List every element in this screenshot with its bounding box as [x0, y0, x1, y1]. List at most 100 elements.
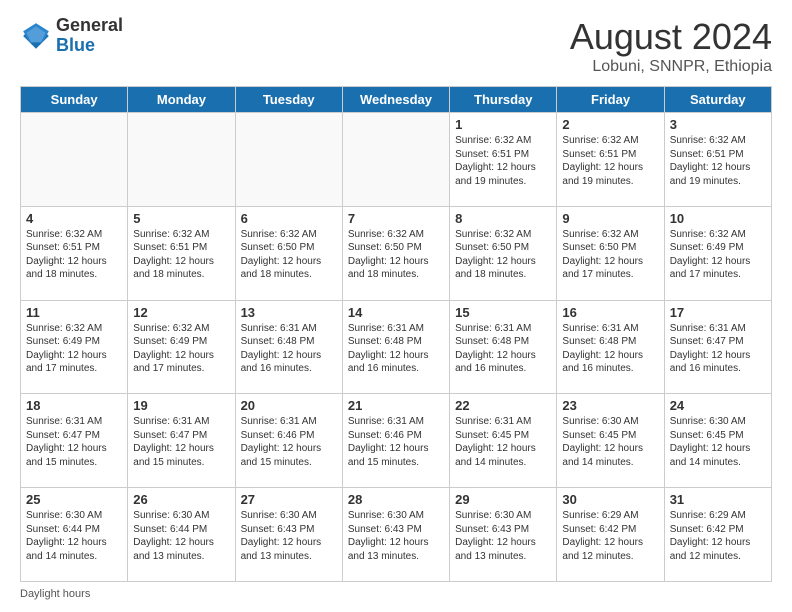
- day-info: Sunrise: 6:29 AM Sunset: 6:42 PM Dayligh…: [562, 509, 658, 563]
- calendar-cell: [342, 113, 449, 207]
- calendar-cell: 4 Sunrise: 6:32 AM Sunset: 6:51 PM Daylig…: [21, 206, 128, 300]
- calendar-cell: 26Sunrise: 6:30 AM Sunset: 6:44 PM Dayli…: [128, 488, 235, 582]
- day-number: 2: [562, 117, 658, 132]
- calendar-cell: 14 Sunrise: 6:31 AM Sunset: 6:48 PM Dayli…: [342, 300, 449, 394]
- day-info: Sunrise: 6:30 AM Sunset: 6:44 PM Dayligh…: [133, 509, 229, 563]
- day-info: Sunrise: 6:30 AM Sunset: 6:43 PM Dayligh…: [241, 509, 337, 563]
- days-of-week-row: SundayMondayTuesdayWednesdayThursdayFrid…: [21, 87, 772, 113]
- calendar-cell: 18 Sunrise: 6:31 AM Sunset: 6:47 PM Dayli…: [21, 394, 128, 488]
- day-info: Sunrise: 6:31 AM Sunset: 6:46 PM Dayligh…: [241, 415, 337, 469]
- day-info: Sunrise: 6:32 AM Sunset: 6:49 PM Dayligh…: [26, 322, 122, 376]
- day-of-week-header: Tuesday: [235, 87, 342, 113]
- day-info: Sunrise: 6:32 AM Sunset: 6:49 PM Dayligh…: [133, 322, 229, 376]
- day-number: 25: [26, 492, 122, 507]
- calendar-cell: 13 Sunrise: 6:31 AM Sunset: 6:48 PM Dayli…: [235, 300, 342, 394]
- calendar-cell: 10Sunrise: 6:32 AM Sunset: 6:49 PM Dayli…: [664, 206, 771, 300]
- day-info: Sunrise: 6:32 AM Sunset: 6:51 PM Dayligh…: [455, 134, 551, 188]
- calendar-cell: 11 Sunrise: 6:32 AM Sunset: 6:49 PM Dayli…: [21, 300, 128, 394]
- logo-icon: [20, 20, 52, 52]
- calendar-cell: 17 Sunrise: 6:31 AM Sunset: 6:47 PM Dayli…: [664, 300, 771, 394]
- day-info: Sunrise: 6:31 AM Sunset: 6:48 PM Dayligh…: [455, 322, 551, 376]
- calendar-cell: 27 Sunrise: 6:30 AM Sunset: 6:43 PM Dayli…: [235, 488, 342, 582]
- day-of-week-header: Wednesday: [342, 87, 449, 113]
- day-info: Sunrise: 6:32 AM Sunset: 6:51 PM Dayligh…: [670, 134, 766, 188]
- day-info: Sunrise: 6:32 AM Sunset: 6:51 PM Dayligh…: [133, 228, 229, 282]
- day-number: 19: [133, 398, 229, 413]
- day-number: 11: [26, 305, 122, 320]
- day-of-week-header: Sunday: [21, 87, 128, 113]
- day-info: Sunrise: 6:31 AM Sunset: 6:45 PM Dayligh…: [455, 415, 551, 469]
- day-info: Sunrise: 6:31 AM Sunset: 6:48 PM Dayligh…: [241, 322, 337, 376]
- calendar-cell: 3Sunrise: 6:32 AM Sunset: 6:51 PM Daylig…: [664, 113, 771, 207]
- calendar-cell: [235, 113, 342, 207]
- calendar-week-row: 25 Sunrise: 6:30 AM Sunset: 6:44 PM Dayli…: [21, 488, 772, 582]
- calendar-cell: 20 Sunrise: 6:31 AM Sunset: 6:46 PM Dayli…: [235, 394, 342, 488]
- calendar-table: SundayMondayTuesdayWednesdayThursdayFrid…: [20, 86, 772, 582]
- day-info: Sunrise: 6:31 AM Sunset: 6:48 PM Dayligh…: [348, 322, 444, 376]
- calendar-cell: 22Sunrise: 6:31 AM Sunset: 6:45 PM Dayli…: [450, 394, 557, 488]
- calendar-title: August 2024: [570, 16, 772, 58]
- day-info: Sunrise: 6:32 AM Sunset: 6:50 PM Dayligh…: [455, 228, 551, 282]
- day-info: Sunrise: 6:30 AM Sunset: 6:43 PM Dayligh…: [348, 509, 444, 563]
- day-number: 7: [348, 211, 444, 226]
- calendar-cell: 19Sunrise: 6:31 AM Sunset: 6:47 PM Dayli…: [128, 394, 235, 488]
- day-info: Sunrise: 6:31 AM Sunset: 6:46 PM Dayligh…: [348, 415, 444, 469]
- day-number: 1: [455, 117, 551, 132]
- day-number: 12: [133, 305, 229, 320]
- logo-general-text: General: [56, 15, 123, 35]
- day-number: 27: [241, 492, 337, 507]
- calendar-cell: 12 Sunrise: 6:32 AM Sunset: 6:49 PM Dayli…: [128, 300, 235, 394]
- calendar-cell: 30Sunrise: 6:29 AM Sunset: 6:42 PM Dayli…: [557, 488, 664, 582]
- day-number: 13: [241, 305, 337, 320]
- day-number: 31: [670, 492, 766, 507]
- day-number: 17: [670, 305, 766, 320]
- day-of-week-header: Monday: [128, 87, 235, 113]
- day-number: 18: [26, 398, 122, 413]
- calendar-week-row: 1 Sunrise: 6:32 AM Sunset: 6:51 PM Daylig…: [21, 113, 772, 207]
- day-number: 4: [26, 211, 122, 226]
- day-number: 24: [670, 398, 766, 413]
- footer: Daylight hours: [20, 588, 772, 600]
- day-number: 20: [241, 398, 337, 413]
- calendar-cell: 24 Sunrise: 6:30 AM Sunset: 6:45 PM Dayli…: [664, 394, 771, 488]
- calendar-week-row: 11 Sunrise: 6:32 AM Sunset: 6:49 PM Dayli…: [21, 300, 772, 394]
- day-info: Sunrise: 6:29 AM Sunset: 6:42 PM Dayligh…: [670, 509, 766, 563]
- calendar-cell: 21Sunrise: 6:31 AM Sunset: 6:46 PM Dayli…: [342, 394, 449, 488]
- logo-blue-text: Blue: [56, 35, 95, 55]
- day-number: 16: [562, 305, 658, 320]
- day-of-week-header: Thursday: [450, 87, 557, 113]
- calendar-header: SundayMondayTuesdayWednesdayThursdayFrid…: [21, 87, 772, 113]
- day-info: Sunrise: 6:32 AM Sunset: 6:50 PM Dayligh…: [562, 228, 658, 282]
- calendar-cell: 6Sunrise: 6:32 AM Sunset: 6:50 PM Daylig…: [235, 206, 342, 300]
- day-info: Sunrise: 6:31 AM Sunset: 6:48 PM Dayligh…: [562, 322, 658, 376]
- logo-text: General Blue: [56, 16, 123, 56]
- calendar-cell: 1 Sunrise: 6:32 AM Sunset: 6:51 PM Daylig…: [450, 113, 557, 207]
- day-number: 6: [241, 211, 337, 226]
- calendar-cell: 23Sunrise: 6:30 AM Sunset: 6:45 PM Dayli…: [557, 394, 664, 488]
- day-info: Sunrise: 6:32 AM Sunset: 6:51 PM Dayligh…: [562, 134, 658, 188]
- calendar-cell: 28Sunrise: 6:30 AM Sunset: 6:43 PM Dayli…: [342, 488, 449, 582]
- calendar-cell: 29Sunrise: 6:30 AM Sunset: 6:43 PM Dayli…: [450, 488, 557, 582]
- day-info: Sunrise: 6:30 AM Sunset: 6:44 PM Dayligh…: [26, 509, 122, 563]
- day-info: Sunrise: 6:30 AM Sunset: 6:45 PM Dayligh…: [670, 415, 766, 469]
- day-number: 14: [348, 305, 444, 320]
- day-info: Sunrise: 6:31 AM Sunset: 6:47 PM Dayligh…: [26, 415, 122, 469]
- calendar-cell: 25 Sunrise: 6:30 AM Sunset: 6:44 PM Dayli…: [21, 488, 128, 582]
- calendar-cell: 8 Sunrise: 6:32 AM Sunset: 6:50 PM Daylig…: [450, 206, 557, 300]
- calendar-cell: 15Sunrise: 6:31 AM Sunset: 6:48 PM Dayli…: [450, 300, 557, 394]
- calendar-body: 1 Sunrise: 6:32 AM Sunset: 6:51 PM Daylig…: [21, 113, 772, 582]
- calendar-cell: 7Sunrise: 6:32 AM Sunset: 6:50 PM Daylig…: [342, 206, 449, 300]
- calendar-cell: [21, 113, 128, 207]
- calendar-cell: 16 Sunrise: 6:31 AM Sunset: 6:48 PM Dayli…: [557, 300, 664, 394]
- day-info: Sunrise: 6:32 AM Sunset: 6:51 PM Dayligh…: [26, 228, 122, 282]
- day-info: Sunrise: 6:31 AM Sunset: 6:47 PM Dayligh…: [670, 322, 766, 376]
- day-info: Sunrise: 6:30 AM Sunset: 6:43 PM Dayligh…: [455, 509, 551, 563]
- calendar-cell: 2 Sunrise: 6:32 AM Sunset: 6:51 PM Daylig…: [557, 113, 664, 207]
- logo: General Blue: [20, 16, 123, 56]
- day-number: 8: [455, 211, 551, 226]
- header: General Blue August 2024 Lobuni, SNNPR, …: [20, 16, 772, 76]
- day-number: 5: [133, 211, 229, 226]
- day-of-week-header: Friday: [557, 87, 664, 113]
- day-info: Sunrise: 6:30 AM Sunset: 6:45 PM Dayligh…: [562, 415, 658, 469]
- day-number: 9: [562, 211, 658, 226]
